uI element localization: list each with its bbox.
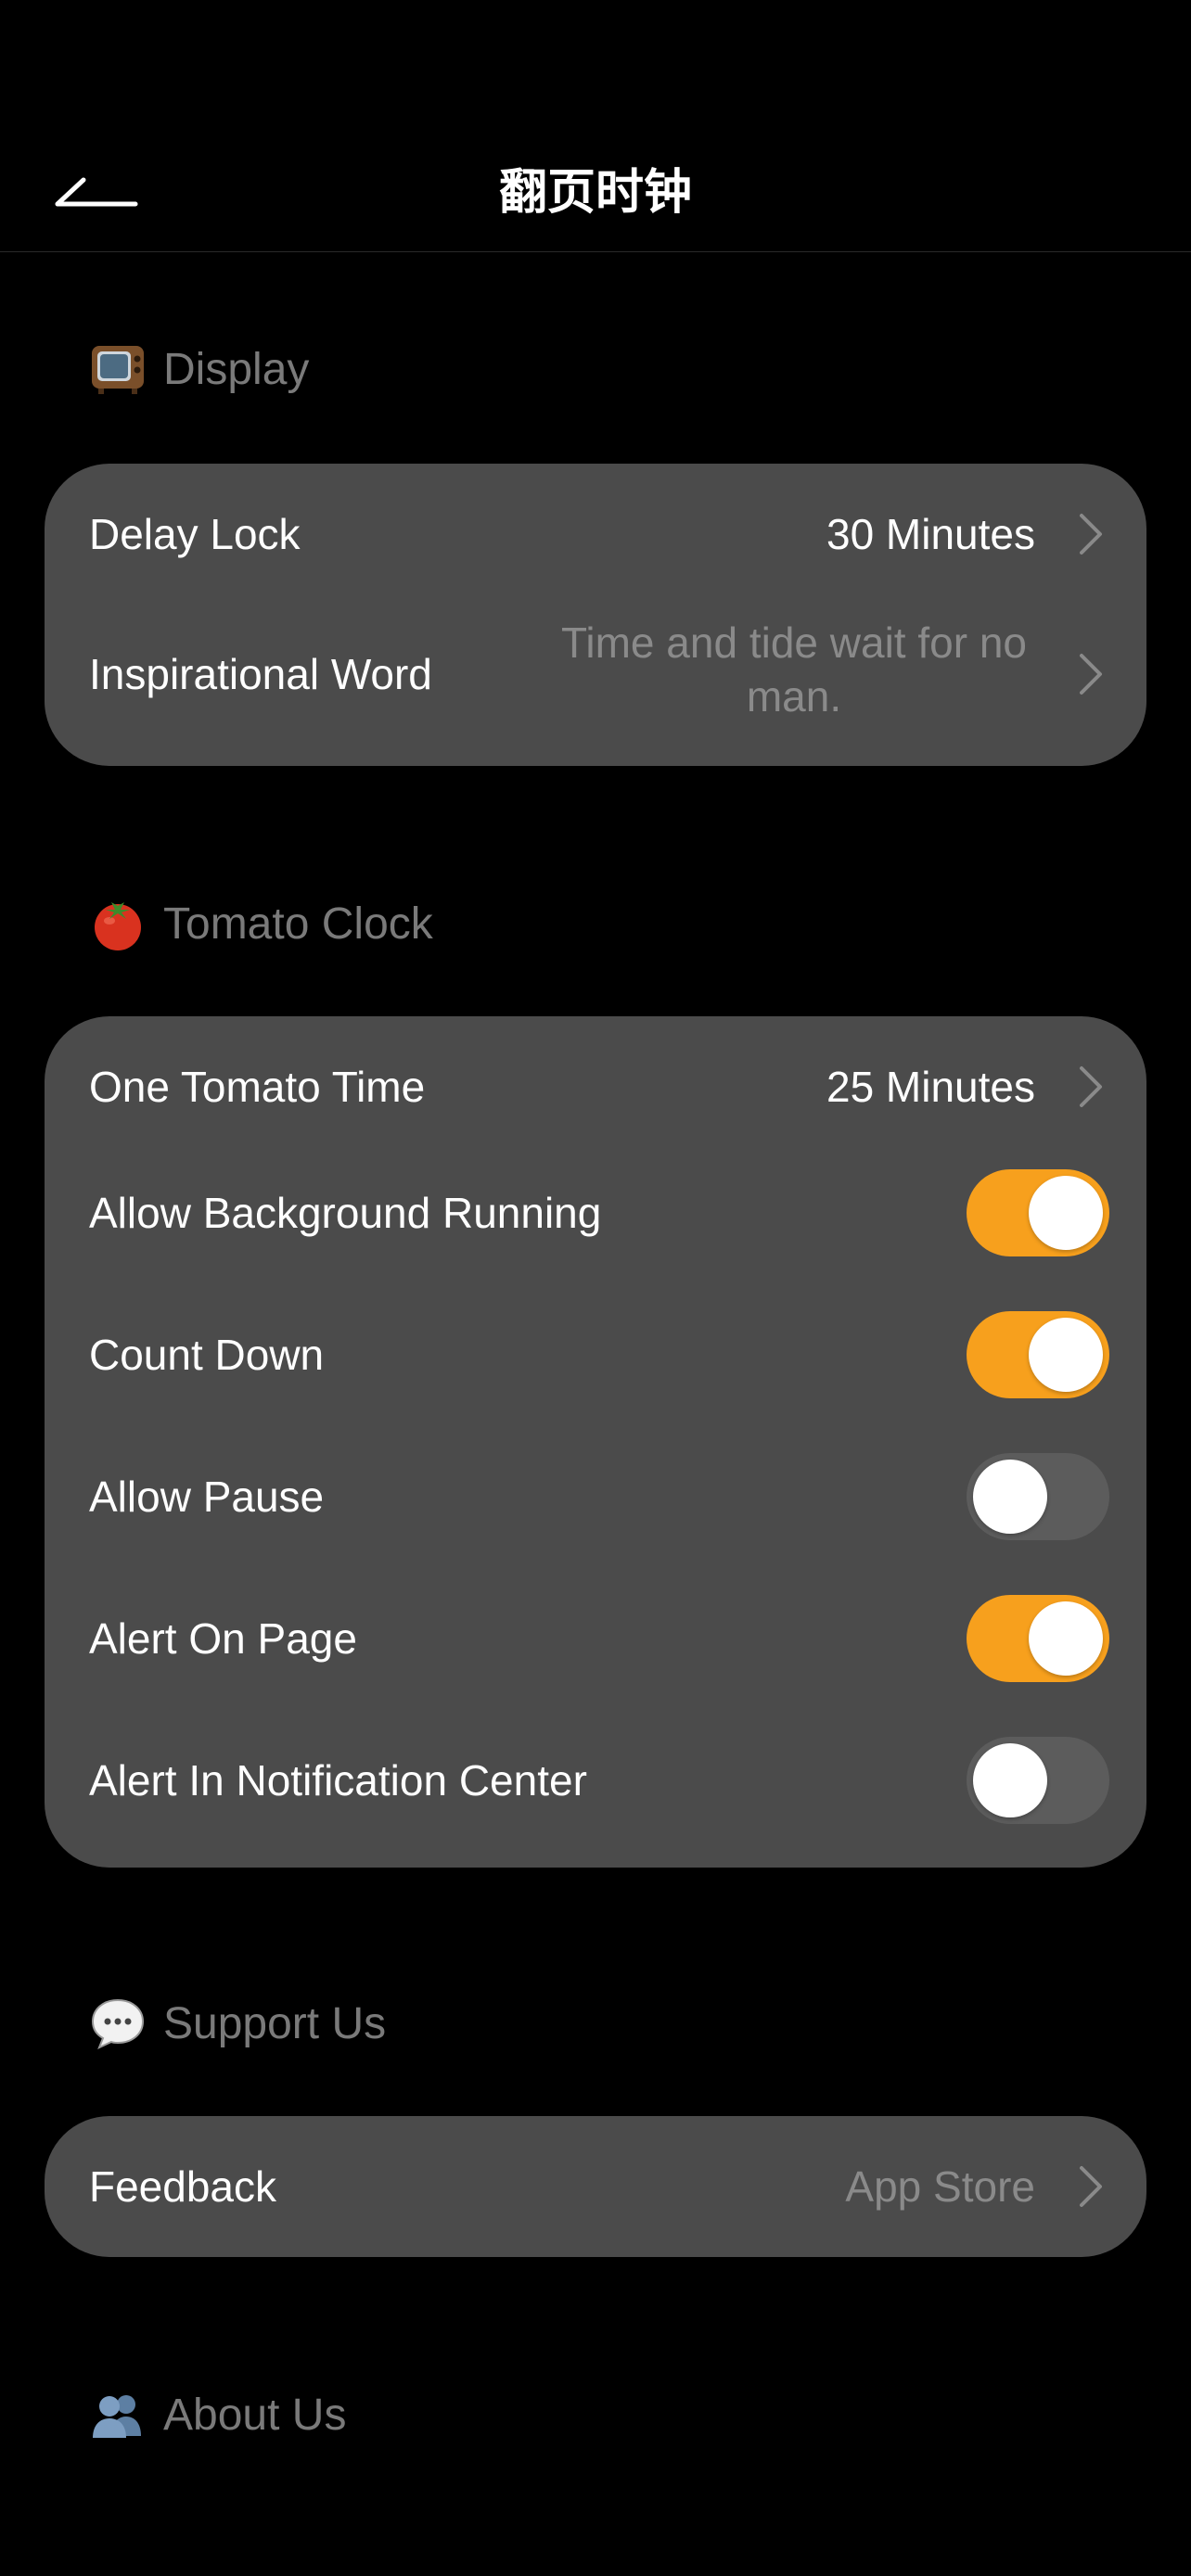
row-value: Time and tide wait for no man.	[561, 618, 1027, 721]
toggle-switch[interactable]	[967, 1169, 1109, 1256]
page-title: 翻页时钟	[498, 165, 692, 221]
section-header-tomato-clock: Tomato Clock	[89, 890, 433, 957]
toggle-switch[interactable]	[967, 1453, 1109, 1540]
speech-bubble-icon	[89, 1995, 147, 2052]
row-value: 30 Minutes	[826, 510, 1035, 558]
people-icon	[89, 2386, 147, 2443]
toggle-switch[interactable]	[967, 1311, 1109, 1398]
section-header-support-us: Support Us	[89, 1990, 386, 2057]
section-header-label: Tomato Clock	[163, 899, 433, 949]
chevron-right-icon	[1080, 514, 1102, 555]
row-count-down: Count Down	[45, 1299, 1146, 1410]
section-header-label: About Us	[163, 2390, 347, 2440]
row-feedback[interactable]: Feedback App Store	[45, 2131, 1146, 2242]
row-one-tomato-time[interactable]: One Tomato Time 25 Minutes	[45, 1031, 1146, 1142]
row-label: One Tomato Time	[89, 1063, 426, 1111]
row-delay-lock[interactable]: Delay Lock 30 Minutes	[45, 478, 1146, 590]
toggle-switch[interactable]	[967, 1737, 1109, 1824]
row-alert-on-page: Alert On Page	[45, 1583, 1146, 1694]
row-allow-pause: Allow Pause	[45, 1441, 1146, 1552]
row-label: Inspirational Word	[89, 650, 432, 698]
section-header-label: Display	[163, 344, 310, 394]
row-label: Delay Lock	[89, 510, 301, 558]
row-value: App Store	[845, 2162, 1035, 2211]
section-header-display: Display	[89, 336, 309, 402]
row-label: Allow Pause	[89, 1473, 325, 1521]
row-alert-in-notification-center: Alert In Notification Center	[45, 1725, 1146, 1836]
row-label: Feedback	[89, 2162, 277, 2211]
row-label: Count Down	[89, 1331, 325, 1379]
row-allow-background-running: Allow Background Running	[45, 1157, 1146, 1269]
row-inspirational-word[interactable]: Inspirational Word Time and tide wait fo…	[45, 614, 1146, 734]
tomato-clock-card: One Tomato Time 25 Minutes Allow Backgro…	[45, 1016, 1146, 1868]
toggle-knob	[1029, 1601, 1103, 1676]
chevron-right-icon	[1080, 654, 1102, 695]
chevron-right-icon	[1080, 1066, 1102, 1107]
section-header-about-us: About Us	[89, 2381, 346, 2448]
toggle-knob	[1029, 1318, 1103, 1392]
chevron-right-icon	[1080, 2166, 1102, 2207]
row-value: 25 Minutes	[826, 1063, 1035, 1111]
toggle-knob	[973, 1743, 1047, 1817]
toggle-knob	[973, 1460, 1047, 1534]
row-label: Alert In Notification Center	[89, 1756, 587, 1804]
toggle-knob	[1029, 1176, 1103, 1250]
tomato-icon	[89, 895, 147, 952]
row-label: Alert On Page	[89, 1614, 357, 1663]
display-card: Delay Lock 30 Minutes Inspirational Word…	[45, 464, 1146, 766]
navigation-bar: 翻页时钟	[0, 0, 1191, 252]
toggle-switch[interactable]	[967, 1595, 1109, 1682]
support-card: Feedback App Store	[45, 2116, 1146, 2257]
section-header-label: Support Us	[163, 1998, 387, 2048]
row-label: Allow Background Running	[89, 1189, 602, 1237]
tv-icon	[89, 340, 147, 398]
